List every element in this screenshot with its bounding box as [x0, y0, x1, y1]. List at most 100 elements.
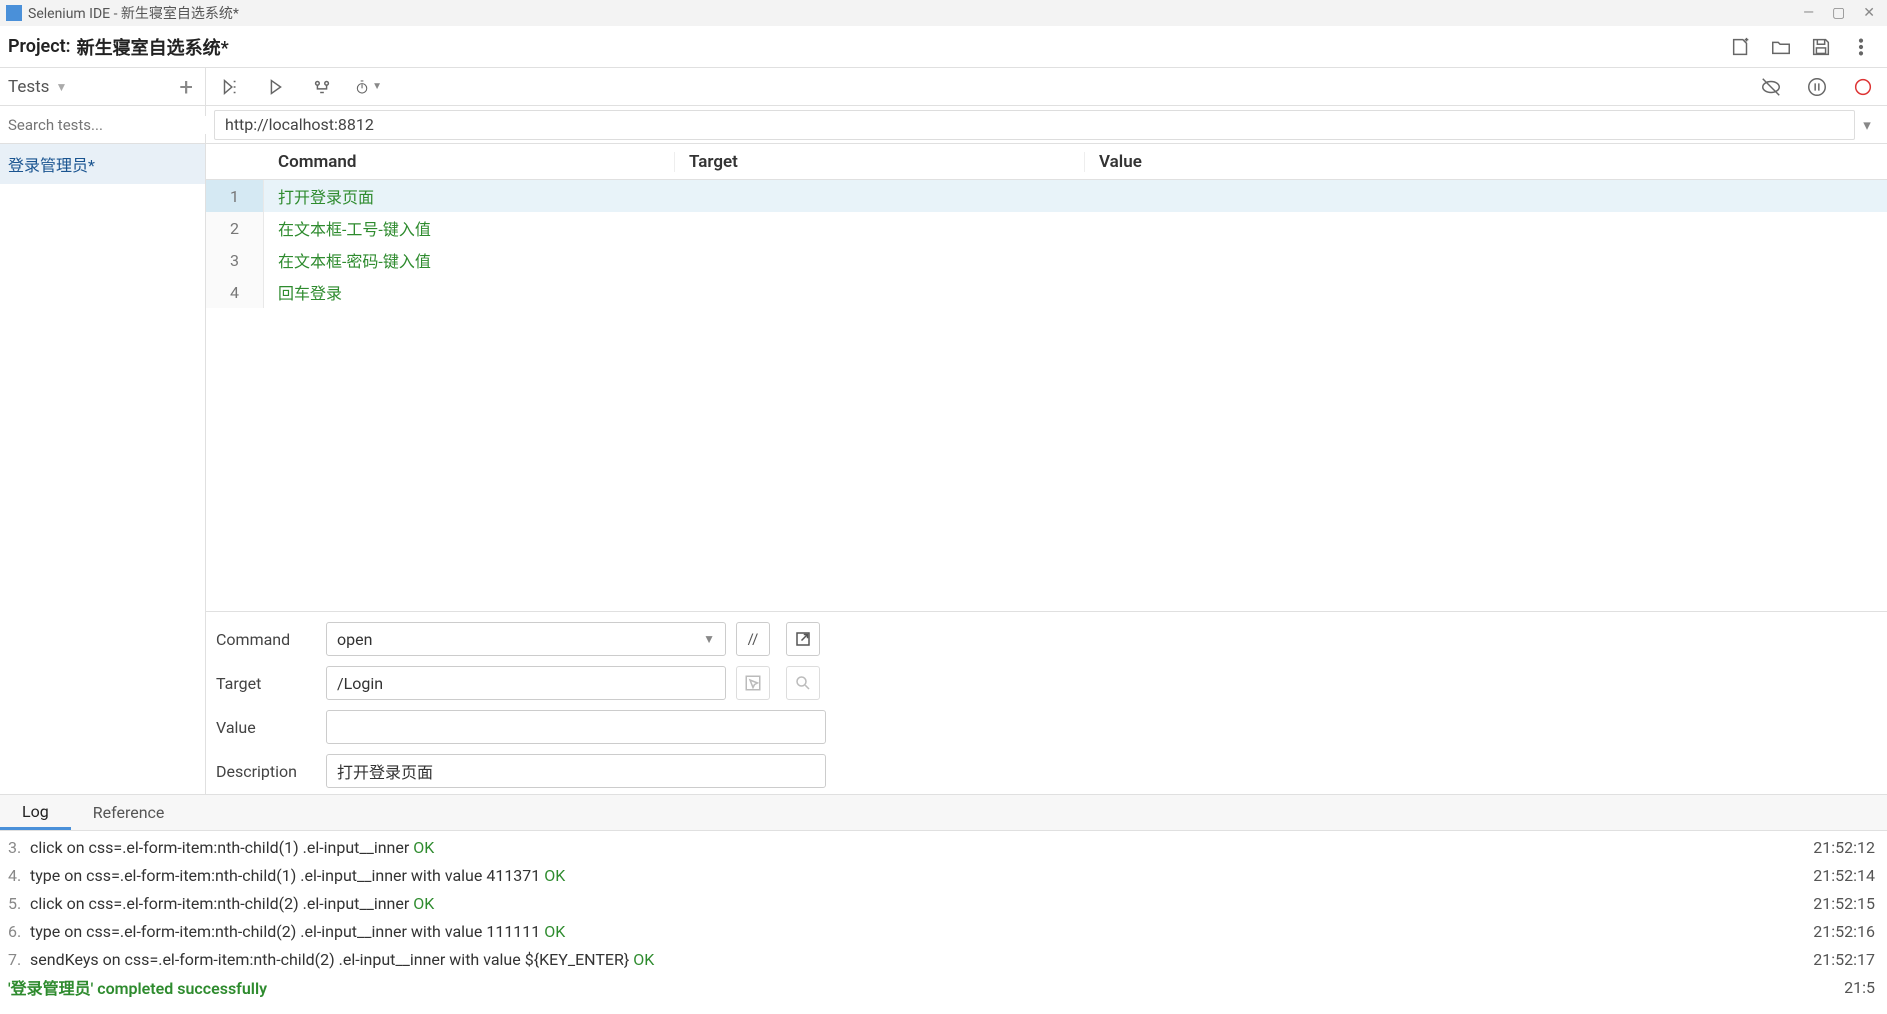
log-row: 7. sendKeys on css=.el-form-item:nth-chi…	[8, 945, 1879, 973]
column-value: Value	[1084, 152, 1887, 172]
log-row: 4. type on css=.el-form-item:nth-child(1…	[8, 861, 1879, 889]
column-command: Command	[264, 152, 674, 172]
log-message: sendKeys on css=.el-form-item:nth-child(…	[30, 950, 1813, 969]
stopwatch-icon	[354, 76, 370, 98]
log-timestamp: 21:52:15	[1813, 894, 1879, 913]
new-file-icon	[1730, 36, 1752, 58]
toggle-comment-button[interactable]: //	[736, 622, 770, 656]
log-timestamp: 21:52:12	[1813, 838, 1879, 857]
editor-command-label: Command	[216, 630, 316, 649]
search-tests-input[interactable]	[8, 116, 207, 134]
run-all-button[interactable]	[216, 73, 244, 101]
step-row[interactable]: 2 在文本框-工号-键入值	[206, 212, 1887, 244]
steps-header: Command Target Value	[206, 144, 1887, 180]
log-row: 6. type on css=.el-form-item:nth-child(2…	[8, 917, 1879, 945]
select-target-button[interactable]	[736, 666, 770, 700]
step-row[interactable]: 3 在文本框-密码-键入值	[206, 244, 1887, 276]
sidebar-heading[interactable]: Tests ▼ +	[0, 68, 205, 106]
log-index: 7.	[8, 950, 30, 969]
record-icon	[1852, 76, 1874, 98]
record-button[interactable]	[1849, 73, 1877, 101]
step-command: 回车登录	[264, 280, 674, 304]
log-message: click on css=.el-form-item:nth-child(2) …	[30, 894, 1813, 913]
minimize-button[interactable]: —	[1803, 5, 1814, 21]
log-timestamp: 21:52:17	[1813, 950, 1879, 969]
column-target: Target	[674, 152, 1084, 172]
maximize-button[interactable]: ▢	[1832, 5, 1845, 21]
log-message: type on css=.el-form-item:nth-child(1) .…	[30, 866, 1813, 885]
run-current-button[interactable]	[262, 73, 290, 101]
window-titlebar: Selenium IDE - 新生寝室自选系统* — ▢ ✕	[0, 0, 1887, 26]
window-title: Selenium IDE - 新生寝室自选系统*	[28, 3, 239, 23]
pointer-icon	[744, 674, 762, 692]
open-new-window-button[interactable]	[786, 622, 820, 656]
editor-value-input[interactable]	[326, 710, 826, 744]
tab-reference[interactable]: Reference	[71, 795, 187, 830]
base-url-input[interactable]	[214, 110, 1855, 140]
disable-breakpoints-button[interactable]	[1757, 73, 1785, 101]
log-timestamp: 21:52:14	[1813, 866, 1879, 885]
log-message: type on css=.el-form-item:nth-child(2) .…	[30, 922, 1813, 941]
step-row[interactable]: 1 打开登录页面	[206, 180, 1887, 212]
pause-icon	[1806, 76, 1828, 98]
sidebar: Tests ▼ + 登录管理员*	[0, 68, 206, 794]
bottom-panel: Log Reference 3. click on css=.el-form-i…	[0, 794, 1887, 1014]
save-project-button[interactable]	[1807, 33, 1835, 61]
sidebar-search	[0, 106, 205, 144]
no-breakpoints-icon	[1760, 76, 1782, 98]
log-final-row: '登录管理员' completed successfully 21:5	[8, 973, 1879, 1001]
log-message: click on css=.el-form-item:nth-child(1) …	[30, 838, 1813, 857]
new-window-icon	[794, 630, 812, 648]
step-editor: Command open ▼ // Target Value Descripti…	[206, 611, 1887, 794]
tab-log[interactable]: Log	[0, 795, 71, 830]
play-all-icon	[219, 76, 241, 98]
log-row: 3. click on css=.el-form-item:nth-child(…	[8, 833, 1879, 861]
new-project-button[interactable]	[1727, 33, 1755, 61]
main-panel: ▼ ▾ Command Target Value 1	[206, 68, 1887, 794]
log-timestamp: 21:5	[1844, 978, 1879, 997]
find-target-button[interactable]	[786, 666, 820, 700]
search-icon	[794, 674, 812, 692]
run-toolbar: ▼	[206, 68, 1887, 106]
more-menu-button[interactable]	[1847, 33, 1875, 61]
step-command: 打开登录页面	[264, 184, 674, 208]
step-number: 3	[206, 244, 264, 276]
log-final-message: '登录管理员' completed successfully	[8, 971, 1844, 1003]
editor-target-label: Target	[216, 674, 316, 693]
test-item[interactable]: 登录管理员*	[0, 144, 205, 184]
chevron-down-icon: ▼	[703, 632, 715, 646]
base-url-bar: ▾	[206, 106, 1887, 144]
play-icon	[265, 76, 287, 98]
speed-button[interactable]: ▼	[354, 73, 382, 101]
app-icon	[6, 5, 22, 21]
step-command: 在文本框-工号-键入值	[264, 216, 674, 240]
project-bar: Project: 新生寝室自选系统*	[0, 26, 1887, 68]
folder-open-icon	[1770, 36, 1792, 58]
chevron-down-icon: ▼	[55, 80, 67, 94]
url-dropdown-button[interactable]: ▾	[1855, 116, 1879, 134]
step-button[interactable]	[308, 73, 336, 101]
log-index: 4.	[8, 866, 30, 885]
project-name: 新生寝室自选系统*	[77, 34, 229, 60]
editor-value-label: Value	[216, 718, 316, 737]
editor-target-input[interactable]	[326, 666, 726, 700]
editor-description-label: Description	[216, 762, 316, 781]
log-timestamp: 21:52:16	[1813, 922, 1879, 941]
test-item-label: 登录管理员*	[8, 156, 95, 175]
step-row[interactable]: 4 回车登录	[206, 276, 1887, 308]
log-index: 6.	[8, 922, 30, 941]
steps-list: 1 打开登录页面 2 在文本框-工号-键入值 3 在文本框-密码-键入值 4 回…	[206, 180, 1887, 611]
close-button[interactable]: ✕	[1863, 5, 1875, 21]
log-index: 5.	[8, 894, 30, 913]
editor-description-input[interactable]	[326, 754, 826, 788]
chevron-down-icon: ▼	[372, 81, 382, 92]
pause-button[interactable]	[1803, 73, 1831, 101]
editor-command-select[interactable]: open ▼	[326, 622, 726, 656]
add-test-button[interactable]: +	[175, 73, 197, 101]
log-row: 5. click on css=.el-form-item:nth-child(…	[8, 889, 1879, 917]
step-over-icon	[311, 76, 333, 98]
open-project-button[interactable]	[1767, 33, 1795, 61]
bottom-tabs: Log Reference	[0, 795, 1887, 831]
save-icon	[1810, 36, 1832, 58]
log-output[interactable]: 3. click on css=.el-form-item:nth-child(…	[0, 831, 1887, 1014]
